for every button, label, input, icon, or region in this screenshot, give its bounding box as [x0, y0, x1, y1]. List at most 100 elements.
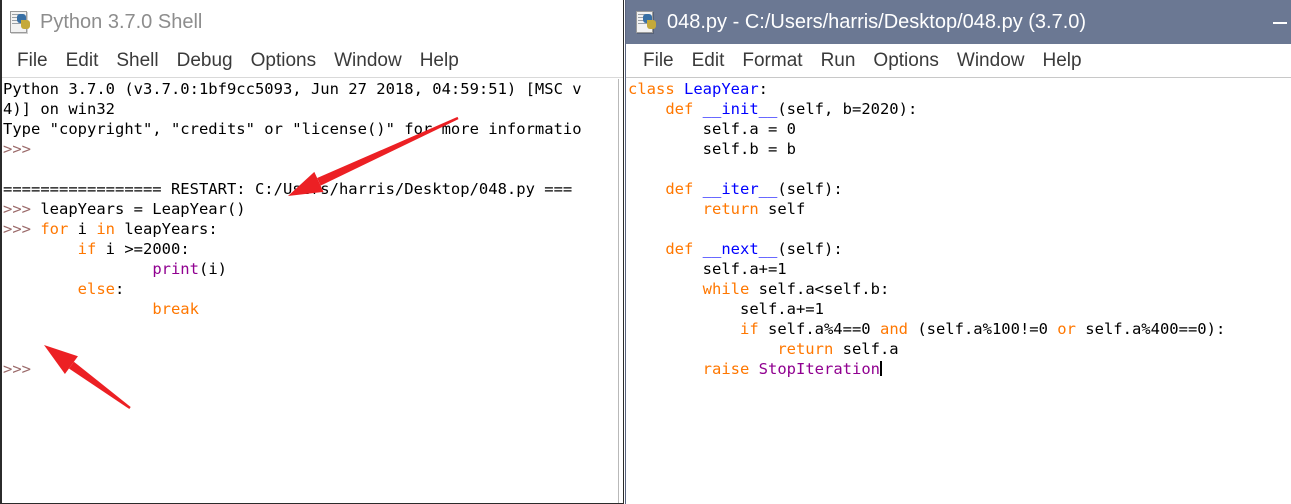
editor-menu-options[interactable]: Options — [864, 50, 947, 72]
shell-menu-edit[interactable]: Edit — [57, 50, 108, 72]
shell-token: leapYears = LeapYear() — [40, 200, 246, 218]
editor-token: self.a = 0 — [628, 120, 796, 138]
shell-menu-shell[interactable]: Shell — [107, 50, 167, 72]
editor-token: if — [739, 320, 759, 338]
shell-token: else — [77, 280, 115, 298]
shell-code-line: 4)] on win32 — [3, 99, 617, 119]
python-file-icon — [636, 10, 658, 34]
shell-code-line: >>> — [3, 359, 617, 379]
editor-token: def — [665, 100, 694, 118]
editor-titlebar[interactable]: 048.py - C:/Users/harris/Desktop/048.py … — [626, 0, 1291, 44]
shell-token: if — [77, 240, 97, 258]
shell-token: >>> — [3, 220, 41, 238]
editor-token: def — [665, 180, 694, 198]
editor-token: class — [628, 80, 675, 98]
shell-menubar: File Edit Shell Debug Options Window Help — [2, 44, 623, 78]
shell-code-line — [3, 159, 617, 179]
editor-token — [628, 100, 665, 118]
shell-code-line: >>> leapYears = LeapYear() — [3, 199, 617, 219]
shell-token: print — [152, 260, 199, 278]
shell-token: for — [40, 220, 69, 238]
shell-code-line: >>> for i in leapYears: — [3, 219, 617, 239]
editor-token: def — [665, 240, 694, 258]
shell-token: in — [96, 220, 115, 238]
editor-menubar: File Edit Format Run Options Window Help — [626, 44, 1291, 78]
editor-token: and — [879, 320, 908, 338]
minimize-button[interactable] — [1273, 22, 1287, 24]
editor-menu-run[interactable]: Run — [812, 50, 865, 72]
shell-right-divider — [618, 79, 619, 503]
shell-token — [3, 280, 78, 298]
shell-menu-debug[interactable]: Debug — [168, 50, 242, 72]
editor-token: self.a<self.b: — [749, 280, 890, 298]
editor-token: self.a+=1 — [628, 260, 787, 278]
text-cursor — [880, 361, 882, 376]
editor-token — [628, 320, 740, 338]
screenshot-root: Python 3.7.0 Shell File Edit Shell Debug Opt… — [0, 0, 1291, 504]
editor-window-title: 048.py - C:/Users/harris/Desktop/048.py … — [667, 10, 1087, 33]
editor-code-line: self.a = 0 — [628, 119, 1291, 139]
editor-code-line — [628, 159, 1291, 179]
editor-token: return — [777, 340, 834, 358]
editor-code-line: class LeapYear: — [628, 79, 1291, 99]
editor-token: return — [702, 200, 759, 218]
editor-token — [628, 360, 703, 378]
python-shell-window: Python 3.7.0 Shell File Edit Shell Debug Opt… — [0, 0, 624, 504]
editor-text-area[interactable]: class LeapYear: def __init__(self, b=202… — [628, 79, 1291, 504]
editor-code-line: return self.a — [628, 339, 1291, 359]
shell-token: 4)] on win32 — [3, 100, 115, 118]
editor-menu-window[interactable]: Window — [948, 50, 1034, 72]
shell-code-line: else: — [3, 279, 617, 299]
shell-menu-window[interactable]: Window — [325, 50, 411, 72]
shell-token: >>> — [3, 360, 41, 378]
editor-token: self.a — [833, 340, 899, 358]
editor-token: __iter__ — [702, 180, 778, 198]
shell-token: i >=2000: — [96, 240, 190, 258]
editor-menu-edit[interactable]: Edit — [683, 50, 734, 72]
editor-token: StopIteration — [758, 360, 880, 378]
editor-code-line: if self.a%4==0 and (self.a%100!=0 or sel… — [628, 319, 1291, 339]
editor-code-line: self.a+=1 — [628, 259, 1291, 279]
editor-token — [675, 80, 684, 98]
shell-menu-file[interactable]: File — [8, 50, 57, 72]
shell-token: break — [152, 300, 199, 318]
shell-token: Type "copyright", "credits" or "license(… — [3, 120, 582, 138]
editor-token: self.a+=1 — [628, 300, 824, 318]
editor-token: __next__ — [702, 240, 778, 258]
editor-code-line: return self — [628, 199, 1291, 219]
editor-menu-format[interactable]: Format — [733, 50, 811, 72]
shell-code-line — [3, 319, 617, 339]
shell-token: >>> — [3, 140, 41, 158]
editor-token — [628, 180, 665, 198]
shell-code-line: Python 3.7.0 (v3.7.0:1bf9cc5093, Jun 27 … — [3, 79, 617, 99]
shell-token — [3, 300, 152, 318]
shell-code-line: ================= RESTART: C:/Users/harr… — [3, 179, 617, 199]
editor-code-line — [628, 219, 1291, 239]
editor-code-line: raise StopIteration — [628, 359, 1291, 379]
shell-token: (i) — [198, 260, 227, 278]
shell-token: Python 3.7.0 (v3.7.0:1bf9cc5093, Jun 27 … — [3, 80, 582, 98]
editor-token — [693, 240, 702, 258]
editor-menu-help[interactable]: Help — [1033, 50, 1090, 72]
editor-token: LeapYear — [684, 80, 759, 98]
shell-token — [3, 260, 152, 278]
editor-token: self.a%4==0 — [758, 320, 880, 338]
editor-token: self — [758, 200, 806, 218]
editor-code-line: def __next__(self): — [628, 239, 1291, 259]
editor-token — [693, 100, 702, 118]
editor-code-line: def __iter__(self): — [628, 179, 1291, 199]
shell-menu-options[interactable]: Options — [242, 50, 325, 72]
shell-menu-help[interactable]: Help — [411, 50, 468, 72]
shell-output-area[interactable]: Python 3.7.0 (v3.7.0:1bf9cc5093, Jun 27 … — [3, 79, 617, 501]
editor-code-line: while self.a<self.b: — [628, 279, 1291, 299]
editor-token: (self): — [777, 240, 843, 258]
editor-token — [628, 280, 703, 298]
shell-token: i — [68, 220, 97, 238]
python-editor-window: 048.py - C:/Users/harris/Desktop/048.py … — [625, 0, 1291, 504]
editor-token — [628, 340, 777, 358]
shell-titlebar[interactable]: Python 3.7.0 Shell — [2, 0, 623, 44]
editor-token: self.a%400==0): — [1075, 320, 1226, 338]
editor-token: while — [702, 280, 750, 298]
editor-menu-file[interactable]: File — [634, 50, 683, 72]
editor-token: __init__ — [702, 100, 778, 118]
